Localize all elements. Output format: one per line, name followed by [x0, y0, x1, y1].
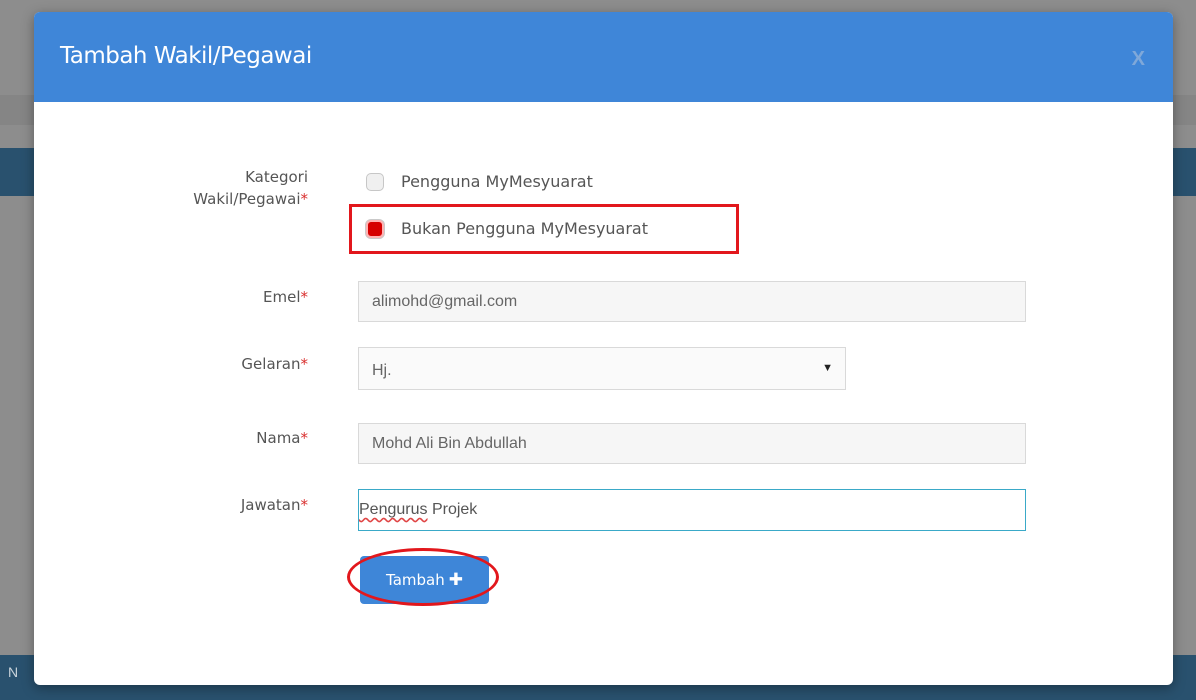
- position-label: Jawatan*: [140, 494, 308, 516]
- position-label-text: Jawatan: [240, 496, 301, 514]
- required-mark: *: [300, 429, 309, 447]
- add-button[interactable]: Tambah ✚: [360, 556, 489, 604]
- email-value: alimohd@gmail.com: [372, 292, 518, 310]
- background-edge-letter: N: [8, 664, 19, 680]
- radio-label: Bukan Pengguna MyMesyuarat: [401, 219, 649, 238]
- name-field[interactable]: Mohd Ali Bin Abdullah: [358, 423, 1026, 464]
- name-label-text: Nama: [256, 429, 301, 447]
- radio-label: Pengguna MyMesyuarat: [401, 172, 593, 191]
- modal-title: Tambah Wakil/Pegawai: [60, 43, 312, 69]
- email-label-text: Emel: [263, 288, 301, 306]
- close-button[interactable]: X: [1132, 48, 1145, 71]
- radio-option-pengguna[interactable]: Pengguna MyMesyuarat: [366, 172, 593, 191]
- plus-icon: ✚: [448, 570, 463, 590]
- category-label-line1: Kategori: [245, 168, 308, 186]
- required-mark: *: [300, 355, 309, 373]
- category-label: Kategori Wakil/Pegawai*: [140, 166, 308, 210]
- position-field[interactable]: Pengurus Projek: [358, 489, 1026, 531]
- name-value: Mohd Ali Bin Abdullah: [372, 434, 527, 452]
- add-button-label: Tambah: [386, 571, 445, 589]
- position-value-word1: Pengurus: [359, 501, 428, 518]
- email-label: Emel*: [140, 286, 308, 308]
- title-select[interactable]: Hj. ▼: [358, 347, 846, 390]
- required-mark: *: [300, 496, 309, 514]
- chevron-down-icon: ▼: [822, 362, 833, 374]
- modal-header: Tambah Wakil/Pegawai X: [34, 12, 1173, 102]
- email-field[interactable]: alimohd@gmail.com: [358, 281, 1026, 322]
- radio-option-bukan-pengguna[interactable]: Bukan Pengguna MyMesyuarat: [366, 219, 648, 238]
- title-label: Gelaran*: [140, 353, 308, 375]
- title-label-text: Gelaran: [241, 355, 301, 373]
- radio-button[interactable]: [366, 172, 384, 191]
- required-mark: *: [300, 288, 309, 306]
- name-label: Nama*: [140, 427, 308, 449]
- category-label-line2: Wakil/Pegawai: [193, 190, 301, 208]
- radio-button-selected[interactable]: [366, 219, 384, 238]
- position-value-word2: Projek: [427, 501, 478, 518]
- required-mark: *: [300, 190, 309, 208]
- title-select-value: Hj.: [372, 362, 392, 379]
